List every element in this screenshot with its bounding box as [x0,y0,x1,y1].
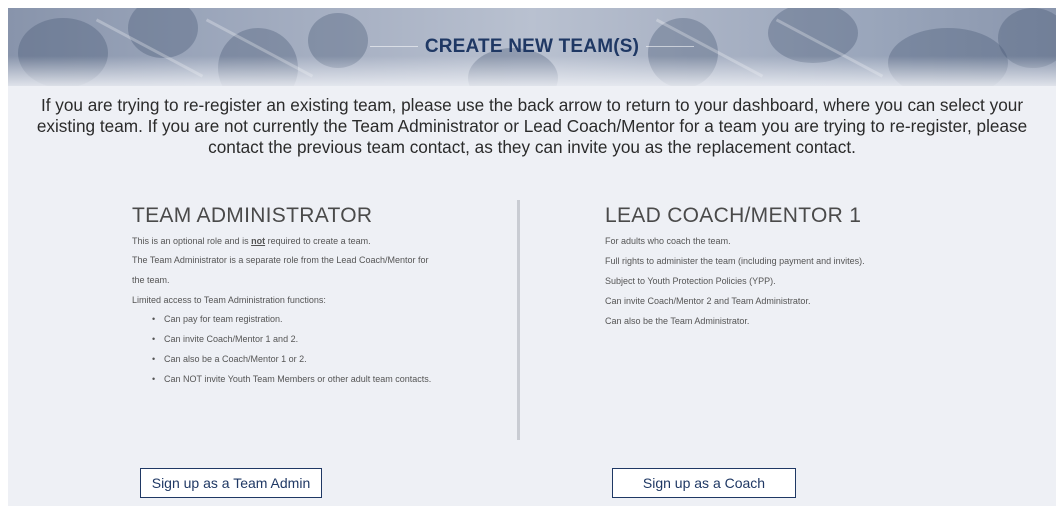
list-item: Can pay for team registration. [152,314,502,324]
team-administrator-section: TEAM ADMINISTRATOR This is an optional r… [132,204,502,384]
sign-up-coach-button[interactable]: Sign up as a Coach [612,468,796,498]
page-title: CREATE NEW TEAM(S) [424,36,640,57]
header-banner: CREATE NEW TEAM(S) [8,8,1056,86]
admin-limited-access: Limited access to Team Administration fu… [132,295,326,305]
lead-coach-section: LEAD COACH/MENTOR 1 For adults who coach… [605,204,1025,326]
coach-description: For adults who coach the team. [605,236,731,246]
column-divider [517,200,520,440]
coach-description: Subject to Youth Protection Policies (YP… [605,276,776,286]
admin-optional-note: This is an optional role and is not requ… [132,236,371,246]
list-item: Can invite Coach/Mentor 1 and 2. [152,334,502,344]
team-administrator-heading: TEAM ADMINISTRATOR [132,204,373,227]
list-item: Can also be a Coach/Mentor 1 or 2. [152,354,502,364]
page: CREATE NEW TEAM(S) If you are trying to … [8,8,1056,506]
admin-separate-role: The Team Administrator is a separate rol… [132,255,429,265]
list-item: Can NOT invite Youth Team Members or oth… [152,374,502,384]
intro-text: If you are trying to re-register an exis… [36,95,1028,157]
admin-permissions-list: Can pay for team registration. Can invit… [132,314,502,384]
coach-description: Can invite Coach/Mentor 2 and Team Admin… [605,296,811,306]
sign-up-team-admin-button[interactable]: Sign up as a Team Admin [140,468,322,498]
lead-coach-heading: LEAD COACH/MENTOR 1 [605,204,862,227]
coach-description: Full rights to administer the team (incl… [605,256,865,266]
coach-description: Can also be the Team Administrator. [605,316,750,326]
admin-separate-role-cont: the team. [132,275,170,285]
